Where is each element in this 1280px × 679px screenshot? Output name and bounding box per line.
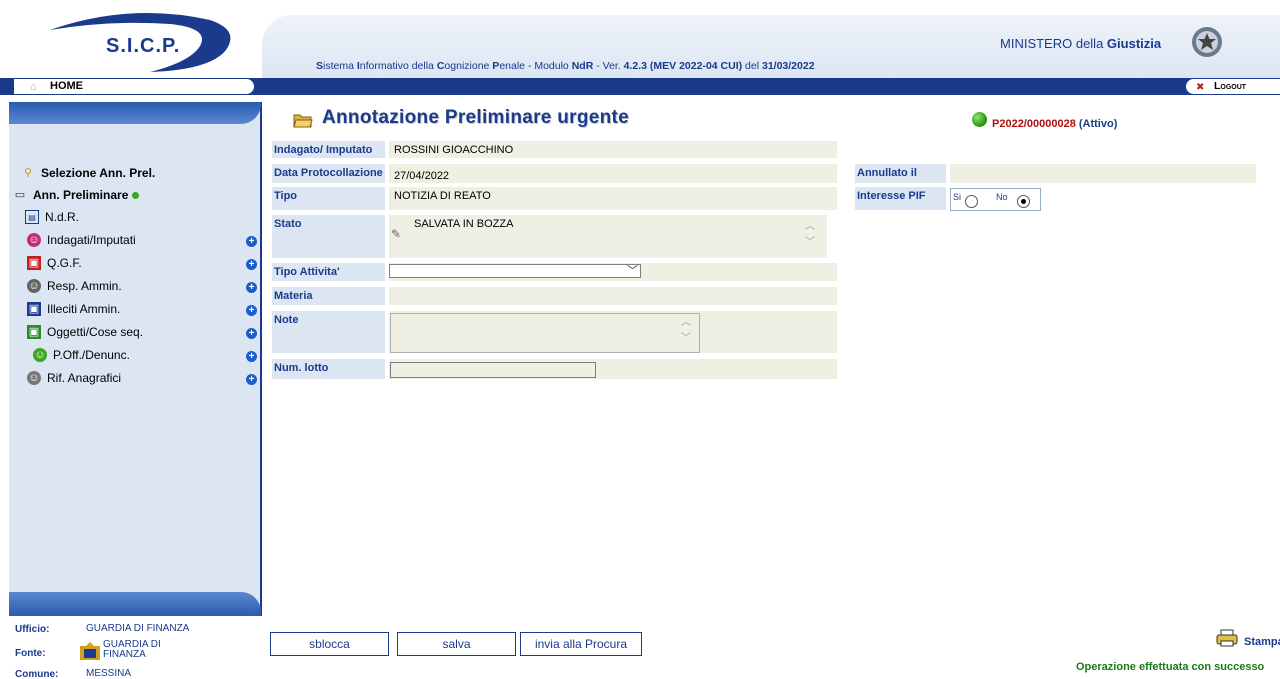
sidebar-item-illeciti[interactable]: ▣ Illeciti Ammin. [27, 302, 120, 316]
sidebar-top-band [9, 102, 261, 124]
note-scroll[interactable]: ︿ ﹀ [681, 315, 691, 347]
note-textarea[interactable]: ︿ ﹀ [390, 313, 700, 353]
print-icon[interactable] [1216, 629, 1238, 647]
expand-oggetti-button[interactable]: + [246, 328, 257, 339]
logout-icon: ✖ [1196, 82, 1205, 93]
header: S.I.C.P. Sistema Informativo della Cogni… [0, 0, 1280, 78]
annullato-value [950, 164, 1256, 183]
sidebar-item-ndr[interactable]: ▤ N.d.R. [25, 210, 79, 224]
logo-text: S.I.C.P. [106, 35, 181, 57]
num-lotto-input[interactable] [390, 362, 596, 378]
stampa-label[interactable]: Stampa [1244, 636, 1280, 648]
sidebar-item-poff[interactable]: ☺ P.Off./Denunc. [33, 348, 130, 362]
sidebar-item-ann-preliminare[interactable]: ▭ Ann. Preliminare [13, 188, 140, 202]
office-info: Ufficio: GUARDIA DI FINANZA Fonte: GUARD… [9, 620, 262, 679]
data-protocollazione-value: 27/04/2022 [389, 164, 837, 183]
comune-label: Comune: [15, 669, 59, 679]
materia-value [389, 287, 837, 305]
status-active-icon [972, 112, 987, 127]
person-red-icon: ☺ [27, 233, 41, 247]
pencil-icon: ✎ [391, 227, 402, 241]
sidebar-item-oggetti[interactable]: ▣ Oggetti/Cose seq. [27, 325, 143, 339]
sidebar: ⚲ Selezione Ann. Prel. ▭ Ann. Preliminare … [9, 102, 262, 616]
qgf-icon: ▣ [27, 256, 41, 270]
no-radio[interactable] [1017, 195, 1030, 208]
menu-bar: ⌂ HOME ✖ Logout [0, 78, 1280, 95]
home-label: HOME [50, 80, 83, 92]
sidebar-item-rif-anagrafici[interactable]: ☺ Rif. Anagrafici [27, 371, 121, 385]
data-protocollazione-label: Data Protocollazione [272, 164, 385, 183]
indagato-label: Indagato/ Imputato [272, 141, 385, 158]
sblocca-button[interactable]: sblocca [270, 632, 389, 656]
home-button[interactable]: ⌂ HOME [14, 79, 254, 94]
tipo-label: Tipo [272, 187, 385, 210]
sidebar-item-qgf[interactable]: ▣ Q.G.F. [27, 256, 82, 270]
no-label: No [996, 192, 1008, 202]
logout-label: Logout [1214, 80, 1247, 92]
tipo-attivita-select[interactable]: ﹀ [389, 264, 641, 278]
tipo-attivita-label: Tipo Attivita' [272, 263, 385, 281]
stato-label: Stato [272, 215, 385, 258]
success-message: Operazione effettuata con successo [1076, 661, 1265, 673]
magnifier-icon: ⚲ [23, 167, 33, 179]
app-subtitle: Sistema Informativo della Cognizione Pen… [316, 60, 815, 72]
protocol-number: P2022/00000028 (Attivo) [992, 118, 1118, 130]
box-green-icon: ▣ [27, 325, 41, 339]
interesse-pif-group: Si No [950, 188, 1041, 211]
sidebar-item-selezione[interactable]: ⚲ Selezione Ann. Prel. [21, 166, 155, 180]
stato-value: SALVATA IN BOZZA [414, 218, 514, 230]
note-label: Note [272, 311, 385, 353]
chevron-down-icon: ﹀ [627, 265, 638, 277]
salva-button[interactable]: salva [397, 632, 516, 656]
expand-indagati-button[interactable]: + [246, 236, 257, 247]
invia-procura-button[interactable]: invia alla Procura [520, 632, 642, 656]
ministry-title: MINISTERO della Giustizia [1000, 36, 1162, 51]
document-icon: ▤ [25, 210, 39, 224]
expand-illeciti-button[interactable]: + [246, 305, 257, 316]
expand-rif-anagrafici-button[interactable]: + [246, 374, 257, 385]
sidebar-bottom-band [9, 592, 261, 616]
si-label: Si [953, 192, 962, 202]
guardia-finanza-logo-icon [80, 642, 100, 660]
indagato-value: ROSSINI GIOACCHINO [389, 141, 837, 158]
interesse-pif-label: Interesse PIF [855, 187, 946, 210]
ufficio-value: GUARDIA DI FINANZA [86, 623, 190, 634]
person-grey-icon: ☺ [27, 279, 41, 293]
home-icon: ⌂ [30, 81, 37, 93]
fonte-value: GUARDIA DI FINANZA [103, 639, 161, 660]
expand-qgf-button[interactable]: + [246, 259, 257, 270]
stato-box: ✎ SALVATA IN BOZZA ︿ ﹀ [389, 215, 827, 258]
person-green-icon: ☺ [33, 348, 47, 362]
num-lotto-label: Num. lotto [272, 359, 385, 379]
comune-value: MESSINA [86, 668, 132, 679]
fonte-label: Fonte: [15, 648, 46, 659]
materia-label: Materia [272, 287, 385, 305]
sidebar-item-resp-ammin[interactable]: ☺ Resp. Ammin. [27, 279, 122, 293]
folder-icon: ▭ [14, 189, 26, 201]
app-root: S.I.C.P. Sistema Informativo della Cogni… [0, 0, 1280, 679]
open-folder-icon [293, 114, 313, 128]
page-title: Annotazione Preliminare urgente [322, 107, 630, 128]
action-bar: sblocca salva invia alla Procura Stampa … [266, 619, 1280, 679]
si-radio[interactable] [965, 195, 978, 208]
expand-resp-ammin-button[interactable]: + [246, 282, 257, 293]
annullato-label: Annullato il [855, 164, 946, 183]
sidebar-item-indagati[interactable]: ☺ Indagati/Imputati [27, 233, 136, 247]
active-dot-icon [132, 191, 140, 199]
ufficio-label: Ufficio: [15, 624, 50, 635]
illeciti-icon: ▣ [27, 302, 41, 316]
emblem-icon [1192, 27, 1222, 57]
tipo-value: NOTIZIA DI REATO [389, 187, 837, 210]
logout-button[interactable]: ✖ Logout [1186, 79, 1280, 94]
person-grey-icon: ☺ [27, 371, 41, 385]
expand-poff-button[interactable]: + [246, 351, 257, 362]
stato-scroll[interactable]: ︿ ﹀ [805, 219, 815, 251]
